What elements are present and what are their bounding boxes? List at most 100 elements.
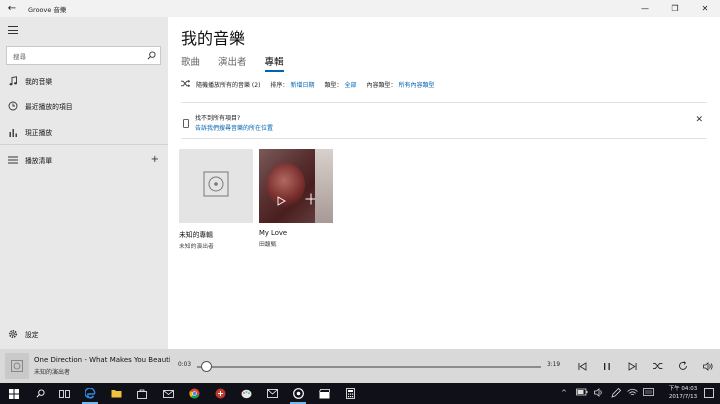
window-controls: — ❐ ✕: [630, 0, 720, 17]
seek-handle[interactable]: [200, 361, 212, 372]
album-cover[interactable]: [259, 149, 333, 223]
shuffle-icon[interactable]: [181, 79, 191, 89]
clock-date: 2017/7/13: [668, 394, 698, 400]
shuffle-all-button[interactable]: 隨機播放所有的音樂 (2): [196, 80, 260, 89]
file-explorer-icon[interactable]: [108, 386, 124, 401]
app-icon[interactable]: [212, 386, 228, 401]
system-clock[interactable]: 下午 04:03 2017/7/13: [666, 385, 700, 401]
keyboard-icon[interactable]: [643, 388, 654, 398]
add-icon[interactable]: [305, 193, 317, 208]
notice-close-button[interactable]: ✕: [695, 115, 703, 125]
sidebar-item-label: 最近播放的項目: [25, 103, 73, 111]
tab-artists[interactable]: 演出者: [218, 54, 247, 72]
now-playing-artist[interactable]: 未知的演出者: [34, 367, 70, 376]
search-icon[interactable]: [142, 47, 160, 64]
album-name[interactable]: 未知的專輯: [179, 229, 253, 239]
search-icon[interactable]: [32, 386, 48, 401]
pause-icon: [604, 362, 610, 370]
edge-browser-icon[interactable]: [82, 386, 98, 404]
sidebar-item-label: 播放清單: [25, 157, 53, 165]
separator: [181, 102, 707, 103]
main-content: 我的音樂 歌曲 演出者 專輯 隨機播放所有的音樂 (2) 排序： 新增日期 類型…: [168, 17, 720, 349]
album-tile[interactable]: 未知的專輯 未知的演出者: [179, 149, 253, 250]
shuffle-icon: [653, 363, 663, 369]
store-icon[interactable]: [134, 386, 150, 401]
previous-button[interactable]: [575, 359, 589, 373]
search-box[interactable]: 搜尋: [6, 46, 161, 65]
next-button[interactable]: [625, 359, 639, 373]
album-cover[interactable]: [179, 149, 253, 223]
music-note-icon: [8, 76, 18, 86]
settings-label: 設定: [25, 331, 39, 339]
window-title: Groove 音樂: [28, 5, 67, 14]
taskbar: ^ 下午 04:03 2017/7/13: [0, 383, 720, 404]
sidebar-item-settings[interactable]: 設定: [0, 324, 168, 344]
mail-icon[interactable]: [264, 386, 280, 401]
player-bar: One Direction - What Makes You Beautiful…: [0, 349, 720, 383]
chrome-icon[interactable]: [186, 386, 202, 401]
calculator-icon[interactable]: [342, 386, 358, 401]
now-playing-title[interactable]: One Direction - What Makes You Beautiful: [34, 356, 170, 364]
current-time: 0:03: [178, 362, 192, 368]
sidebar-item-recent[interactable]: 最近播放的項目: [0, 96, 168, 116]
sort-dropdown[interactable]: 新增日期: [290, 80, 314, 89]
sidebar-item-label: 現正播放: [25, 129, 53, 137]
filter-bar: 隨機播放所有的音樂 (2) 排序： 新增日期 類型： 全部 內容類型： 所有內容…: [181, 79, 435, 89]
add-playlist-button[interactable]: +: [151, 154, 159, 165]
movies-icon[interactable]: [316, 386, 332, 401]
sidebar-item-label: 我的音樂: [25, 78, 53, 86]
separator: [181, 138, 707, 139]
next-icon: [628, 361, 636, 371]
task-view-icon[interactable]: [56, 386, 72, 401]
album-name[interactable]: My Love: [259, 229, 333, 237]
repeat-button[interactable]: [676, 359, 690, 373]
tab-songs[interactable]: 歌曲: [181, 54, 200, 72]
content-type-label: 內容類型：: [366, 82, 397, 89]
close-button[interactable]: ✕: [690, 0, 720, 17]
genre-dropdown[interactable]: 全部: [344, 80, 356, 89]
clock-time: 下午 04:03: [668, 386, 698, 392]
battery-icon[interactable]: [576, 388, 588, 398]
content-type-dropdown[interactable]: 所有內容類型: [399, 80, 435, 89]
search-input[interactable]: 搜尋: [13, 51, 142, 61]
paint-icon[interactable]: [238, 386, 254, 401]
play-icon[interactable]: [277, 196, 286, 209]
volume-icon: [702, 361, 713, 371]
genre-label: 類型：: [324, 82, 343, 89]
pen-icon[interactable]: [611, 387, 622, 400]
page-title: 我的音樂: [181, 29, 246, 48]
tray-caret[interactable]: ^: [561, 389, 567, 397]
previous-icon: [578, 361, 586, 371]
playlist-icon: [8, 155, 18, 165]
clock-icon: [8, 101, 18, 111]
back-button[interactable]: ←: [0, 0, 24, 17]
phone-icon: [183, 113, 189, 132]
action-center-icon[interactable]: [704, 388, 714, 398]
start-icon[interactable]: [6, 386, 22, 401]
missing-items-notice: 找不到所有項目? 告訴我們搜尋音樂的所在位置 ✕: [181, 111, 707, 137]
seek-bar[interactable]: [197, 366, 541, 368]
album-artist[interactable]: 未知的演出者: [179, 241, 253, 250]
equalizer-icon: [8, 127, 18, 137]
minimize-button[interactable]: —: [630, 0, 660, 17]
restore-button[interactable]: ❐: [660, 0, 690, 17]
pause-button[interactable]: [600, 359, 614, 373]
album-tile[interactable]: My Love 田馥甄: [259, 149, 333, 248]
volume-icon[interactable]: [594, 388, 605, 399]
sidebar-item-playlists[interactable]: 播放清單 +: [0, 150, 168, 170]
title-bar: ← Groove 音樂 — ❐ ✕: [0, 0, 720, 17]
mail-icon[interactable]: [160, 386, 176, 401]
volume-button[interactable]: [701, 359, 715, 373]
wifi-icon[interactable]: [627, 388, 638, 399]
now-playing-thumbnail[interactable]: [5, 353, 29, 379]
shuffle-button[interactable]: [651, 359, 665, 373]
album-artist[interactable]: 田馥甄: [259, 239, 333, 248]
groove-music-icon[interactable]: [290, 386, 306, 404]
tab-albums[interactable]: 專輯: [264, 54, 284, 72]
disc-icon: [11, 360, 23, 372]
notice-link[interactable]: 告訴我們搜尋音樂的所在位置: [195, 123, 273, 132]
repeat-icon: [679, 361, 687, 370]
hamburger-menu-icon[interactable]: [8, 26, 18, 37]
sidebar-item-now-playing[interactable]: 現正播放: [0, 122, 168, 142]
sidebar-item-my-music[interactable]: 我的音樂: [0, 71, 168, 91]
